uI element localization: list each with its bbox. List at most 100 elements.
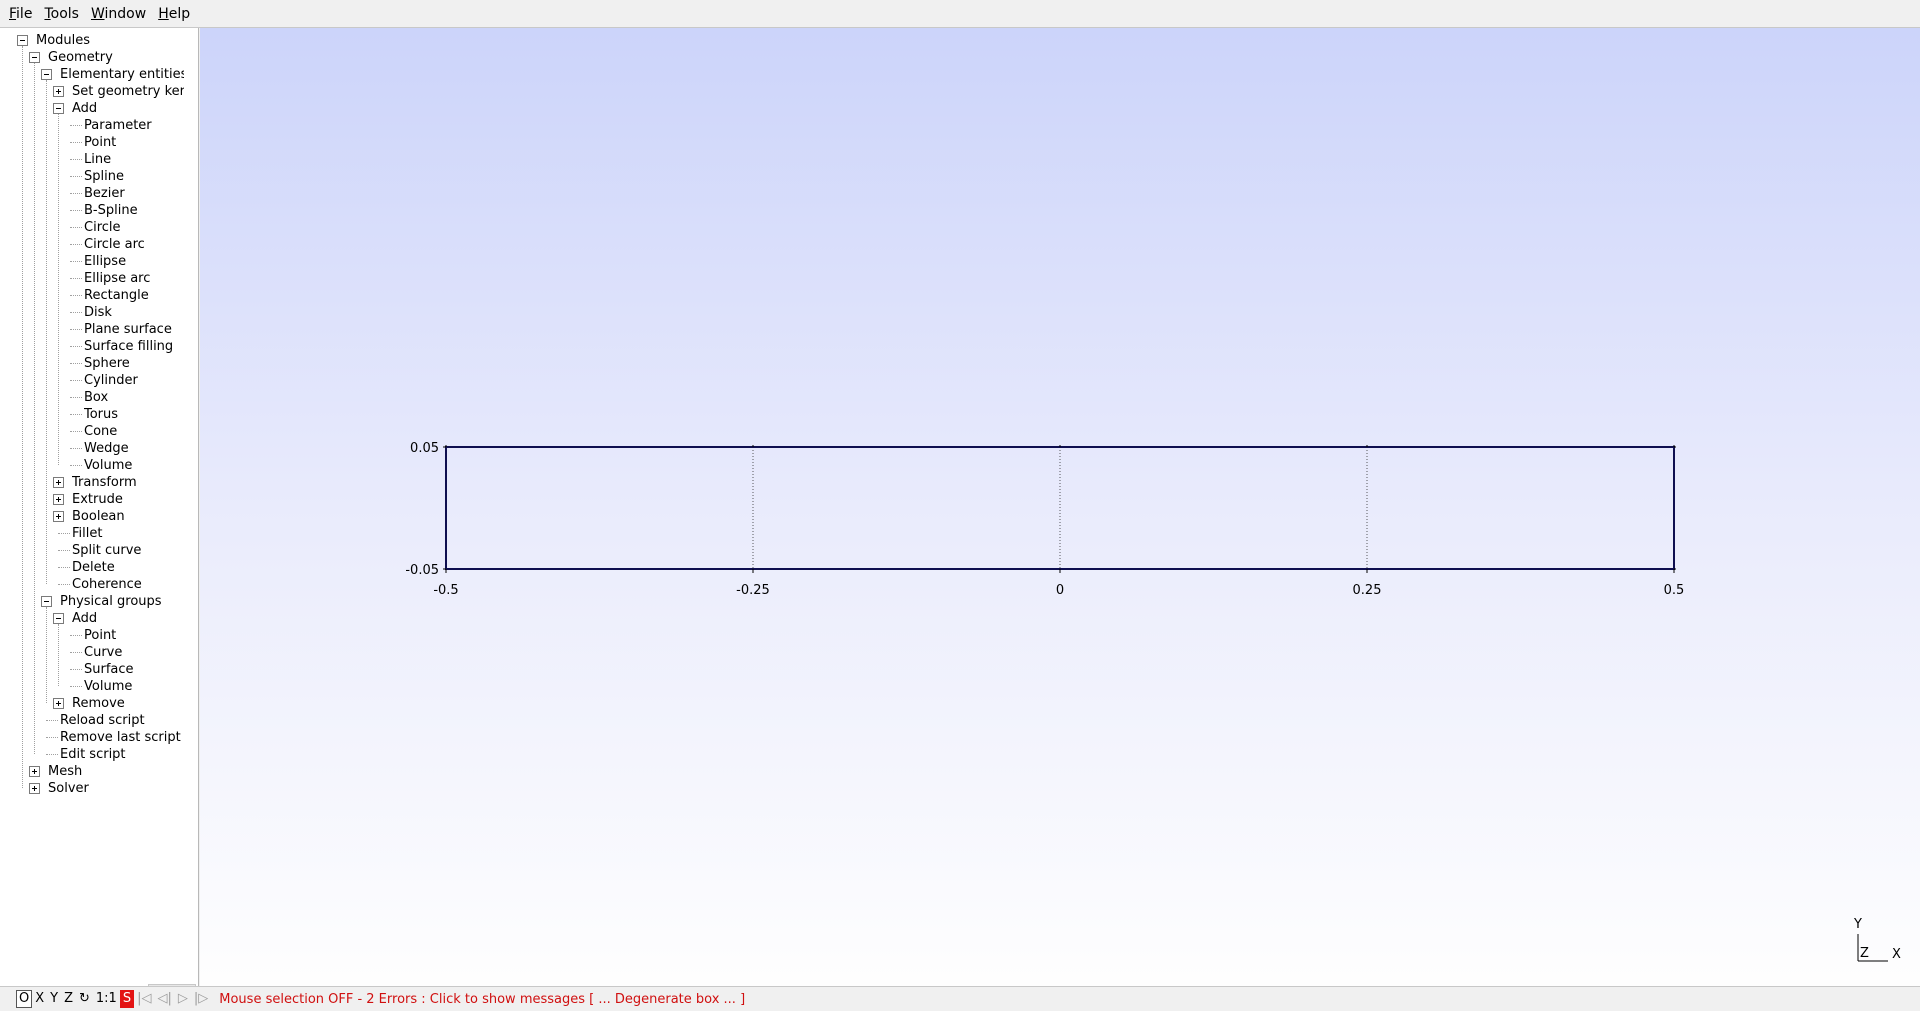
tree-item[interactable]: Geometry: [0, 49, 198, 66]
expand-icon[interactable]: [53, 477, 64, 488]
expand-icon[interactable]: [29, 766, 40, 777]
tree-item[interactable]: Point: [0, 134, 198, 151]
menu-window[interactable]: Window: [85, 0, 152, 28]
tree-item-label: Transform: [72, 475, 137, 490]
collapse-icon[interactable]: [53, 613, 64, 624]
tree-item[interactable]: Surface: [0, 661, 198, 678]
tree-item[interactable]: Add: [0, 100, 198, 117]
tree-item[interactable]: Extrude: [0, 491, 198, 508]
tree-item[interactable]: Ellipse: [0, 253, 198, 270]
expand-icon[interactable]: [29, 783, 40, 794]
tree-item[interactable]: Set geometry kerne: [0, 83, 198, 100]
tree-item[interactable]: Line: [0, 151, 198, 168]
menu-help[interactable]: Help: [152, 0, 196, 28]
tree-item-label: Wedge: [84, 441, 129, 456]
menu-file[interactable]: File: [3, 0, 38, 28]
scale-1-1-button[interactable]: 1:1: [93, 990, 120, 1008]
tree-item[interactable]: Reload script: [0, 712, 198, 729]
tree-item[interactable]: Point: [0, 627, 198, 644]
tree-connector: [70, 125, 82, 126]
tree-item[interactable]: Circle: [0, 219, 198, 236]
tree-item-label: Bezier: [84, 186, 125, 201]
selection-s-button[interactable]: S: [119, 990, 135, 1008]
collapse-icon[interactable]: [41, 596, 52, 607]
tree-item[interactable]: Disk: [0, 304, 198, 321]
tree-item[interactable]: Physical groups: [0, 593, 198, 610]
tree-item-label: Curve: [84, 645, 123, 660]
tree-item[interactable]: Edit script: [0, 746, 198, 763]
expand-icon[interactable]: [53, 494, 64, 505]
tree-connector: [70, 380, 82, 381]
tree-item[interactable]: Solver: [0, 780, 198, 797]
tree-item-label: Split curve: [72, 543, 142, 558]
tree-item[interactable]: Cone: [0, 423, 198, 440]
tree-item[interactable]: Surface filling: [0, 338, 198, 355]
tree-item[interactable]: Spline: [0, 168, 198, 185]
tree-item[interactable]: Rectangle: [0, 287, 198, 304]
expand-icon[interactable]: [53, 86, 64, 97]
tree-item[interactable]: Add: [0, 610, 198, 627]
status-bar: O X Y Z ↻ 1:1 S |◁ ◁| ▷ |▷ Mouse selecti…: [0, 986, 1920, 1011]
tree-guide-line: [46, 607, 47, 703]
tree-item[interactable]: Modules: [0, 32, 198, 49]
tree-connector: [70, 465, 82, 466]
last-step-icon[interactable]: |▷: [191, 990, 211, 1008]
tree-item[interactable]: Sphere: [0, 355, 198, 372]
tree-item[interactable]: Volume: [0, 457, 198, 474]
tree-connector: [70, 227, 82, 228]
view-x-button[interactable]: X: [32, 990, 47, 1008]
rotate-icon[interactable]: ↻: [76, 990, 93, 1008]
view-y-button[interactable]: Y: [47, 990, 61, 1008]
tree-item[interactable]: Cylinder: [0, 372, 198, 389]
expand-icon[interactable]: [53, 698, 64, 709]
tree-item[interactable]: B-Spline: [0, 202, 198, 219]
tree-item[interactable]: Mesh: [0, 763, 198, 780]
collapse-icon[interactable]: [53, 103, 64, 114]
tree-item[interactable]: Delete: [0, 559, 198, 576]
x-tick-label: 0.5: [1664, 583, 1685, 598]
graphics-viewport[interactable]: -0.5 -0.25 0 0.25 0.5 0.05 -0.05 Y Z X: [200, 28, 1920, 986]
tree-connector: [70, 431, 82, 432]
tree-item-label: Volume: [84, 679, 133, 694]
tree-item[interactable]: Circle arc: [0, 236, 198, 253]
tree-item[interactable]: Coherence: [0, 576, 198, 593]
y-tick-label: 0.05: [410, 441, 439, 456]
tree-item-label: Surface filling: [84, 339, 174, 354]
collapse-icon[interactable]: [41, 69, 52, 80]
tree-item[interactable]: Volume: [0, 678, 198, 695]
tree-item[interactable]: Elementary entities: [0, 66, 198, 83]
tree-item[interactable]: Fillet: [0, 525, 198, 542]
prev-step-icon[interactable]: ◁|: [154, 990, 174, 1008]
tree-item[interactable]: Remove last script co: [0, 729, 198, 746]
tree-item[interactable]: Wedge: [0, 440, 198, 457]
view-z-button[interactable]: Z: [61, 990, 76, 1008]
tree-item[interactable]: Curve: [0, 644, 198, 661]
tree-item[interactable]: Torus: [0, 406, 198, 423]
collapse-icon[interactable]: [17, 35, 28, 46]
tree-item-label: Fillet: [72, 526, 103, 541]
tree-item[interactable]: Parameter: [0, 117, 198, 134]
tree-item[interactable]: Plane surface: [0, 321, 198, 338]
tree-item[interactable]: Box: [0, 389, 198, 406]
collapse-icon[interactable]: [29, 52, 40, 63]
first-step-icon[interactable]: |◁: [134, 990, 154, 1008]
tree-connector: [70, 312, 82, 313]
tree-item-label: Add: [72, 611, 98, 626]
tree-item-label: Remove: [72, 696, 125, 711]
expand-icon[interactable]: [53, 511, 64, 522]
tree-item[interactable]: Ellipse arc: [0, 270, 198, 287]
tree-item-label: Line: [84, 152, 112, 167]
tree-item[interactable]: Transform: [0, 474, 198, 491]
tree-item[interactable]: Boolean: [0, 508, 198, 525]
play-icon[interactable]: ▷: [175, 990, 191, 1008]
view-origin-button[interactable]: O: [16, 990, 33, 1008]
geometry-plot: -0.5 -0.25 0 0.25 0.5 0.05 -0.05: [405, 441, 1685, 598]
status-message[interactable]: Mouse selection OFF - 2 Errors : Click t…: [219, 992, 745, 1007]
tree-item[interactable]: Bezier: [0, 185, 198, 202]
tree-item[interactable]: Split curve: [0, 542, 198, 559]
tree-guide-line: [58, 624, 59, 686]
tree-connector: [70, 244, 82, 245]
menu-bar: File Tools Window Help: [0, 0, 1920, 28]
menu-tools[interactable]: Tools: [38, 0, 85, 28]
tree-item[interactable]: Remove: [0, 695, 198, 712]
